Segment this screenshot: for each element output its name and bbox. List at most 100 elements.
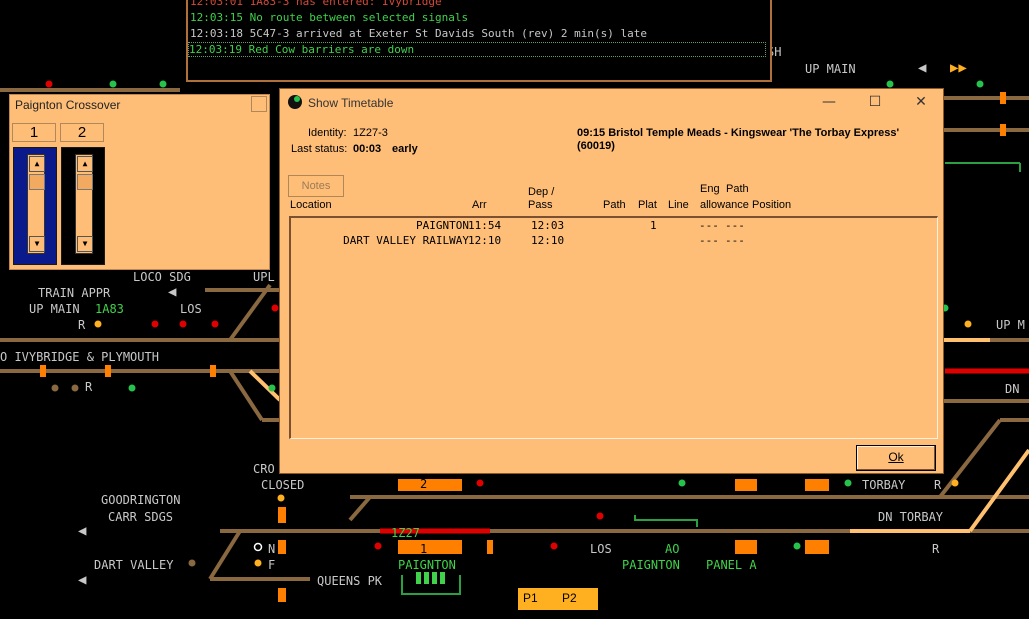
message-line-selected[interactable]: 12:03:19 Red Cow barriers are down [188, 42, 766, 57]
cell-path-allowance: --- [725, 234, 745, 247]
message-line: 12:03:01 1A83-3 has entered: Ivybridge [190, 0, 442, 8]
ok-label: Ok [888, 450, 904, 464]
identity-label: Identity: [308, 127, 347, 139]
cell-location: PAIGNTON [416, 219, 469, 232]
map-label: PANEL A [706, 558, 757, 572]
platform-key-p1[interactable]: P1 [523, 591, 538, 605]
map-label: UP MAIN [29, 302, 80, 316]
crossover-column-2: 2 ▲ ▼ [60, 123, 105, 265]
svg-text:◀: ◀ [168, 284, 177, 300]
cell-location: DART VALLEY RAILWAY [343, 234, 469, 247]
service-code: (60019) [577, 140, 615, 152]
header-arr: Arr [472, 199, 487, 211]
svg-text:◀: ◀ [78, 523, 87, 539]
map-label: DART VALLEY [94, 558, 174, 572]
dialog-title: Show Timetable [308, 96, 394, 110]
map-label: R [78, 318, 86, 332]
table-row[interactable]: DART VALLEY RAILWAY 12:10 12:10 --- --- [291, 234, 931, 249]
svg-text:◀: ◀ [918, 60, 927, 76]
scroll-thumb[interactable] [29, 174, 45, 190]
map-label: DN TORBAY [878, 510, 944, 524]
map-label: UPL [253, 270, 275, 284]
column-header: 2 [60, 123, 104, 142]
scroll-up-icon[interactable]: ▲ [29, 156, 45, 172]
minimize-icon[interactable]: — [817, 92, 841, 112]
message-line: 12:03:18 5C47-3 arrived at Exeter St Dav… [190, 27, 647, 40]
map-label: CRO [253, 462, 275, 476]
platform-key-p2[interactable]: P2 [562, 591, 577, 605]
cell-arr: 12:10 [468, 234, 502, 247]
service-description: 09:15 Bristol Temple Meads - Kingswear '… [577, 127, 900, 139]
map-label: UP M [996, 318, 1025, 332]
map-label: 2 [420, 477, 428, 491]
map-label: F [268, 558, 276, 572]
map-label: R [85, 380, 93, 394]
map-label: O IVYBRIDGE & PLYMOUTH [0, 350, 159, 364]
app-icon [288, 95, 302, 109]
column-header: 1 [12, 123, 56, 142]
cell-dep: 12:10 [531, 234, 565, 247]
header-eng: Eng [700, 183, 720, 195]
crossover-title: Paignton Crossover [15, 98, 121, 112]
cell-path-allowance: --- [725, 219, 745, 232]
crossover-close-icon[interactable] [251, 96, 267, 112]
scrollbar[interactable]: ▲ ▼ [27, 154, 45, 254]
map-label: LOS [590, 542, 612, 556]
timetable-dialog: Show Timetable — ☐ ✕ Identity: 1Z27-3 La… [279, 88, 944, 474]
header-path: Path [603, 199, 626, 211]
column-body: ▲ ▼ [13, 147, 57, 265]
notes-button[interactable]: Notes [288, 175, 344, 197]
scroll-thumb[interactable] [77, 174, 93, 190]
scrollbar[interactable]: ▲ ▼ [75, 154, 93, 254]
map-label: 1Z27 [391, 526, 420, 540]
platform-keys: P1 P2 [518, 588, 598, 610]
map-label: N [268, 542, 276, 556]
map-label: LOCO SDG [133, 270, 191, 284]
header-location: Location [290, 199, 332, 211]
header-allowance: allowance [700, 199, 749, 211]
map-label: 1 [420, 542, 428, 556]
map-label: PAIGNTON [622, 558, 680, 572]
map-label: DN [1005, 382, 1020, 396]
maximize-icon[interactable]: ☐ [863, 92, 887, 112]
cell-arr: 11:54 [468, 219, 502, 232]
map-label: TORBAY [862, 478, 906, 492]
message-line: 12:03:15 No route between selected signa… [190, 11, 469, 24]
map-label: CLOSED [261, 478, 305, 492]
map-label: 1A83 [95, 302, 124, 316]
header-position: Position [752, 199, 792, 211]
map-label: CARR SDGS [108, 510, 174, 524]
timetable-grid[interactable]: PAIGNTON 11:54 12:03 1 --- --- DART VALL… [289, 216, 938, 439]
header-plat: Plat [638, 199, 657, 211]
crossover-column-1: 1 ▲ ▼ [12, 123, 57, 265]
status-label: Last status: [291, 143, 348, 155]
status-text: early [392, 143, 418, 155]
cell-eng: --- [699, 234, 719, 247]
map-label: TRAIN APPR [38, 286, 111, 300]
ok-button[interactable]: Ok [856, 445, 936, 471]
map-label: QUEENS PK [317, 574, 383, 588]
scroll-up-icon[interactable]: ▲ [77, 156, 93, 172]
header-pass: Pass [528, 199, 553, 211]
status-time: 00:03 [353, 143, 382, 155]
header-path-allow: Path [726, 183, 749, 195]
table-row[interactable]: PAIGNTON 11:54 12:03 1 --- --- [291, 219, 931, 234]
crossover-panel: Paignton Crossover 1 ▲ ▼ 2 ▲ ▼ [9, 94, 270, 270]
map-label: AO [665, 542, 680, 556]
map-label: R [934, 478, 942, 492]
scroll-down-icon[interactable]: ▼ [29, 236, 45, 252]
cell-plat: 1 [650, 219, 657, 232]
map-label: PAIGNTON [398, 558, 456, 572]
scroll-down-icon[interactable]: ▼ [77, 236, 93, 252]
header-dep: Dep / [528, 186, 555, 198]
cell-dep: 12:03 [531, 219, 565, 232]
svg-text:▶▶: ▶▶ [950, 60, 967, 76]
column-body: ▲ ▼ [61, 147, 105, 265]
identity-value: 1Z27-3 [353, 127, 388, 139]
header-line: Line [668, 199, 689, 211]
svg-text:◀: ◀ [78, 572, 87, 588]
message-log: 12:03:01 1A83-3 has entered: Ivybridge 1… [186, 0, 772, 82]
map-label: GOODRINGTON [101, 493, 181, 507]
map-label: UP MAIN [805, 62, 856, 76]
close-icon[interactable]: ✕ [909, 92, 933, 112]
